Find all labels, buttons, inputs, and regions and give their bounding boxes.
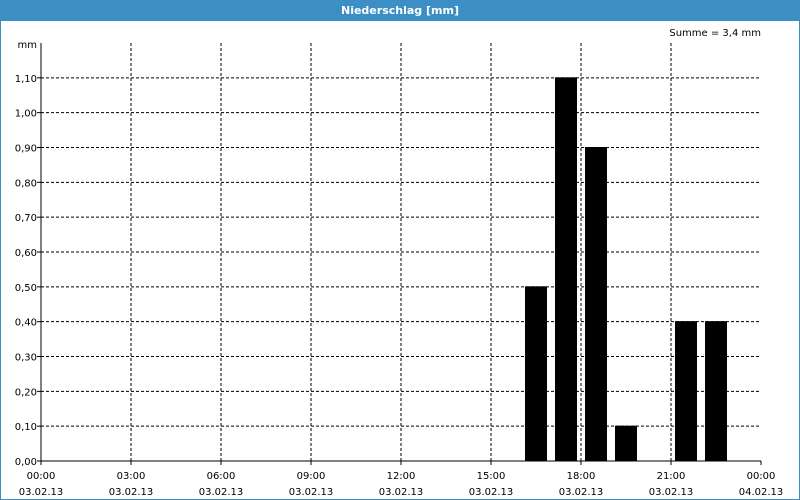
x-tick-date: 03.02.13: [109, 487, 154, 498]
x-tick-date: 03.02.13: [559, 487, 604, 498]
y-tick-label: 0,80: [15, 178, 37, 189]
sum-label: Summe = 3,4 mm: [669, 28, 761, 39]
x-tick-time: 06:00: [207, 471, 236, 482]
x-tick-date: 03.02.13: [199, 487, 244, 498]
y-tick-label: 0,50: [15, 283, 37, 294]
x-tick-date: 03.02.13: [289, 487, 334, 498]
y-tick-label: 0,30: [15, 353, 37, 364]
x-tick-time: 09:00: [297, 471, 326, 482]
bar: [555, 77, 577, 462]
x-tick-time: 18:00: [567, 471, 596, 482]
x-tick-time: 12:00: [387, 471, 416, 482]
y-tick-label: 1,00: [15, 109, 37, 120]
y-tick-label: 1,10: [15, 74, 37, 85]
x-tick-time: 21:00: [657, 471, 686, 482]
x-tick-time: 00:00: [27, 471, 56, 482]
y-tick-label: 0,90: [15, 144, 37, 155]
bar: [585, 147, 607, 462]
bar: [675, 321, 697, 462]
precipitation-chart: 0,00 0,10 0,20 0,30 0,40 0,50 0,60 0,70 0,80 0,90…: [15, 28, 784, 498]
x-tick-date: 03.02.13: [649, 487, 694, 498]
y-tick-label: 0,70: [15, 213, 37, 224]
y-axis-unit: mm: [18, 40, 37, 51]
y-tick-label: 0,10: [15, 422, 37, 433]
x-tick-time: 00:00: [747, 471, 776, 482]
x-tick-date: 03.02.13: [469, 487, 514, 498]
x-tick-date: 03.02.13: [19, 487, 64, 498]
x-tick-time: 15:00: [477, 471, 506, 482]
y-tick-label: 0,40: [15, 318, 37, 329]
x-tick-time: 03:00: [117, 471, 146, 482]
bar: [615, 425, 637, 462]
y-tick-label: 0,60: [15, 248, 37, 259]
bar: [705, 321, 727, 462]
y-tick-label: 0,00: [15, 457, 37, 468]
x-tick-date: 03.02.13: [379, 487, 424, 498]
x-tick-date: 04.02.13: [739, 487, 784, 498]
y-tick-label: 0,20: [15, 387, 37, 398]
bar: [525, 286, 547, 462]
